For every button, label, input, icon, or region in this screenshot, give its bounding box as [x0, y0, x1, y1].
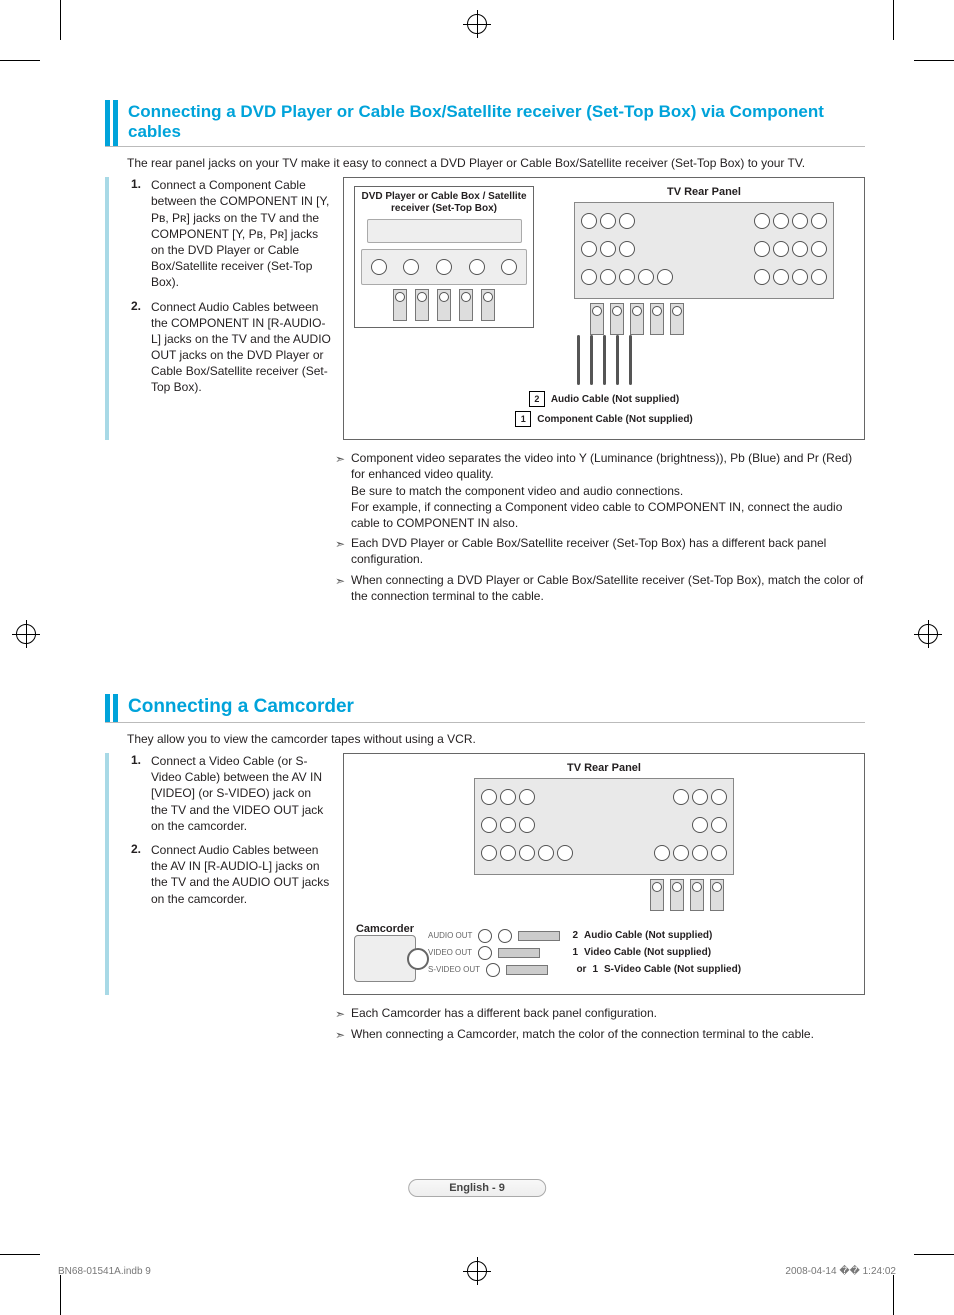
section-2-notes: ➣Each Camcorder has a different back pan…: [335, 1005, 865, 1043]
step-text: Connect Audio Cables between the COMPONE…: [151, 299, 331, 396]
section-2-intro: They allow you to view the camcorder tap…: [127, 731, 865, 747]
legend-number-box: 2: [529, 391, 545, 407]
camcorder-jacks: AUDIO OUT VIDEO OUT S-VIDEO OUT: [428, 926, 560, 980]
note-arrow-icon: ➣: [335, 1026, 351, 1043]
legend-label: Component Cable (Not supplied): [537, 414, 693, 425]
cable-plugs-icon: [359, 289, 529, 321]
step-number: 1.: [131, 753, 151, 834]
section-1-title: Connecting a DVD Player or Cable Box/Sat…: [128, 100, 865, 146]
section-2-title: Connecting a Camcorder: [128, 694, 354, 722]
note-arrow-icon: ➣: [335, 572, 351, 604]
note-arrow-icon: ➣: [335, 450, 351, 531]
print-timestamp: 2008-04-14 �� 1:24:02: [785, 1266, 896, 1277]
section-1-diagram: DVD Player or Cable Box / Satellite rece…: [343, 177, 865, 440]
step-number: 1.: [131, 177, 151, 290]
registration-mark-icon: [12, 620, 40, 648]
print-footer: BN68-01541A.indb 9 2008-04-14 �� 1:24:02: [58, 1266, 896, 1277]
step-text: Connect a Video Cable (or S-Video Cable)…: [151, 753, 331, 834]
title-accent-bars-icon: [105, 694, 118, 722]
tv-panel-label: TV Rear Panel: [574, 186, 834, 198]
step-number: 2.: [131, 299, 151, 396]
doc-id: BN68-01541A.indb 9: [58, 1266, 151, 1277]
cable-legend: 2 Audio Cable (Not supplied) 1 Component…: [354, 391, 854, 427]
registration-mark-icon: [463, 10, 491, 38]
legend-label: Audio Cable (Not supplied): [551, 394, 679, 405]
step-number: 2.: [131, 842, 151, 907]
note-arrow-icon: ➣: [335, 535, 351, 567]
note-text: When connecting a DVD Player or Cable Bo…: [351, 572, 865, 604]
cable-lines-icon: [354, 335, 854, 385]
section-2-header: Connecting a Camcorder: [105, 694, 865, 723]
title-accent-bars-icon: [105, 100, 118, 146]
note-text: Each DVD Player or Cable Box/Satellite r…: [351, 535, 865, 567]
step-text: Connect a Component Cable between the CO…: [151, 177, 331, 290]
section-2-steps: 1. Connect a Video Cable (or S-Video Cab…: [131, 753, 331, 995]
left-accent-bar-icon: [105, 753, 109, 995]
section-1-steps: 1. Connect a Component Cable between the…: [131, 177, 331, 440]
note-text: When connecting a Camcorder, match the c…: [351, 1026, 814, 1043]
camcorder-icon: [354, 935, 416, 982]
left-accent-bar-icon: [105, 177, 109, 440]
camcorder-label: Camcorder: [354, 923, 416, 935]
tv-panel-label: TV Rear Panel: [474, 762, 734, 774]
source-device-panel: DVD Player or Cable Box / Satellite rece…: [354, 186, 534, 328]
section-2-diagram: TV Rear Panel: [343, 753, 865, 995]
step-text: Connect Audio Cables between the AV IN […: [151, 842, 331, 907]
camcorder-cable-legend: 2Audio Cable (Not supplied) 1Video Cable…: [572, 924, 854, 981]
section-1-header: Connecting a DVD Player or Cable Box/Sat…: [105, 100, 865, 147]
source-device-label: DVD Player or Cable Box / Satellite rece…: [359, 191, 529, 215]
section-1-intro: The rear panel jacks on your TV make it …: [127, 155, 865, 171]
legend-number-box: 1: [515, 411, 531, 427]
note-text: Each Camcorder has a different back pane…: [351, 1005, 657, 1022]
page-language-badge: English - 9: [408, 1179, 546, 1197]
registration-mark-icon: [914, 620, 942, 648]
note-text: Component video separates the video into…: [351, 450, 865, 531]
tv-rear-panel: TV Rear Panel: [574, 186, 834, 335]
section-1-notes: ➣Component video separates the video int…: [335, 450, 865, 604]
note-arrow-icon: ➣: [335, 1005, 351, 1022]
